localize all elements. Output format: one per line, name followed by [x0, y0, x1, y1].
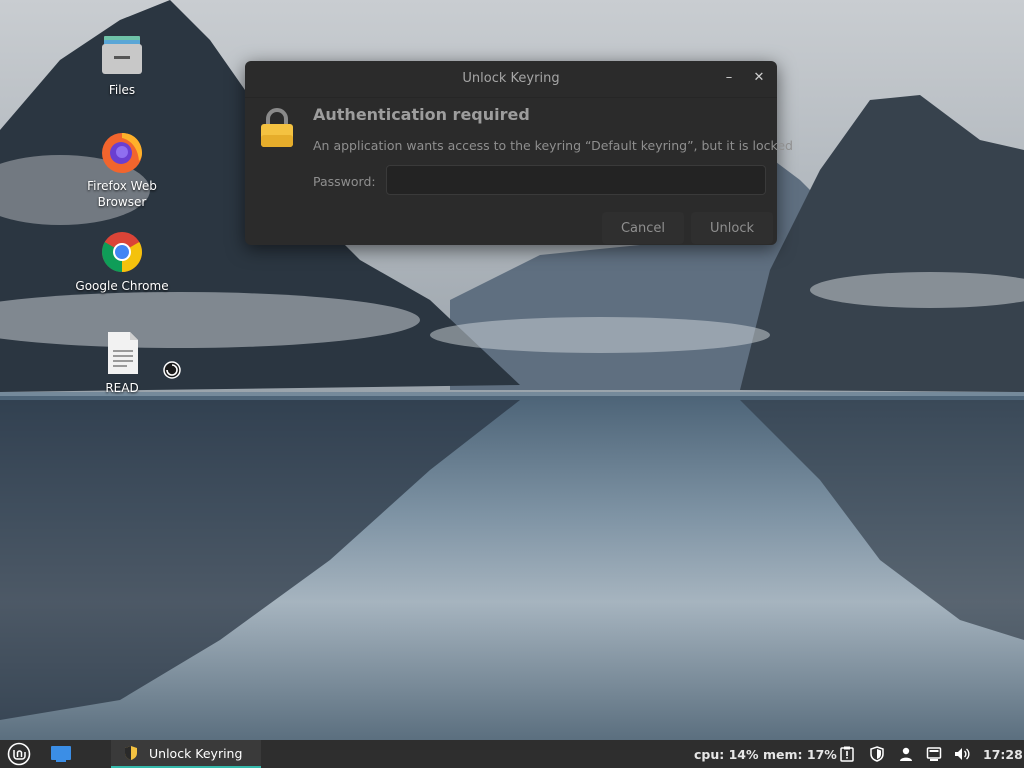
keyring-shield-icon — [125, 746, 137, 760]
taskbar: Unlock Keyring cpu: 14% mem: 17% 17:28 — [0, 740, 1024, 768]
dialog-heading: Authentication required — [313, 105, 530, 124]
taskbar-window-unlock-keyring[interactable]: Unlock Keyring — [111, 740, 261, 768]
unlock-button[interactable]: Unlock — [691, 212, 773, 244]
cpu-monitor[interactable]: cpu: 14% — [694, 740, 759, 768]
dialog-title: Unlock Keyring — [462, 71, 560, 86]
shield-icon — [870, 746, 884, 762]
desktop-icon-label: Firefox Web Browser — [87, 179, 157, 209]
taskbar-window-label: Unlock Keyring — [149, 745, 243, 761]
dialog-message: An application wants access to the keyri… — [313, 138, 793, 153]
network-icon — [926, 747, 942, 761]
minimize-button[interactable]: – — [721, 70, 737, 86]
dialog-titlebar[interactable]: Unlock Keyring – ✕ — [245, 61, 777, 98]
user-applet[interactable] — [898, 740, 916, 768]
password-label: Password: — [313, 174, 376, 189]
update-manager-applet[interactable] — [869, 740, 887, 768]
notifications-applet[interactable] — [839, 740, 857, 768]
cancel-button[interactable]: Cancel — [602, 212, 684, 244]
desktop-icon-label: READ — [105, 381, 139, 395]
text-file-icon — [98, 330, 146, 378]
desktop-icon — [51, 746, 71, 762]
chrome-icon — [98, 228, 146, 276]
sound-applet[interactable] — [954, 740, 972, 768]
network-applet[interactable] — [926, 740, 944, 768]
clock[interactable]: 17:28 — [983, 740, 1023, 768]
close-button[interactable]: ✕ — [751, 70, 767, 86]
desktop-icon-files[interactable]: Files — [72, 32, 172, 98]
mint-logo-icon — [7, 742, 31, 766]
clipboard-alert-icon — [840, 746, 854, 762]
desktop-icon-label: Files — [108, 83, 136, 97]
busy-cursor-icon — [163, 361, 181, 379]
memory-monitor[interactable]: mem: 17% — [763, 740, 837, 768]
desktop-icon-chrome[interactable]: Google Chrome — [72, 228, 172, 294]
desktop-icon-firefox[interactable]: Firefox Web Browser — [72, 128, 172, 210]
desktop-icon-read[interactable]: READ — [72, 330, 172, 396]
desktop-icon-label: Google Chrome — [75, 279, 169, 293]
firefox-icon — [98, 128, 146, 176]
user-icon — [900, 747, 912, 761]
menu-button[interactable] — [7, 740, 33, 768]
unlock-keyring-dialog: Unlock Keyring – ✕ Authentication requir… — [245, 61, 793, 245]
password-field[interactable] — [386, 165, 766, 195]
lock-icon — [259, 107, 295, 149]
folder-icon — [98, 32, 146, 80]
show-desktop-button[interactable] — [50, 740, 74, 768]
volume-icon — [955, 748, 970, 760]
